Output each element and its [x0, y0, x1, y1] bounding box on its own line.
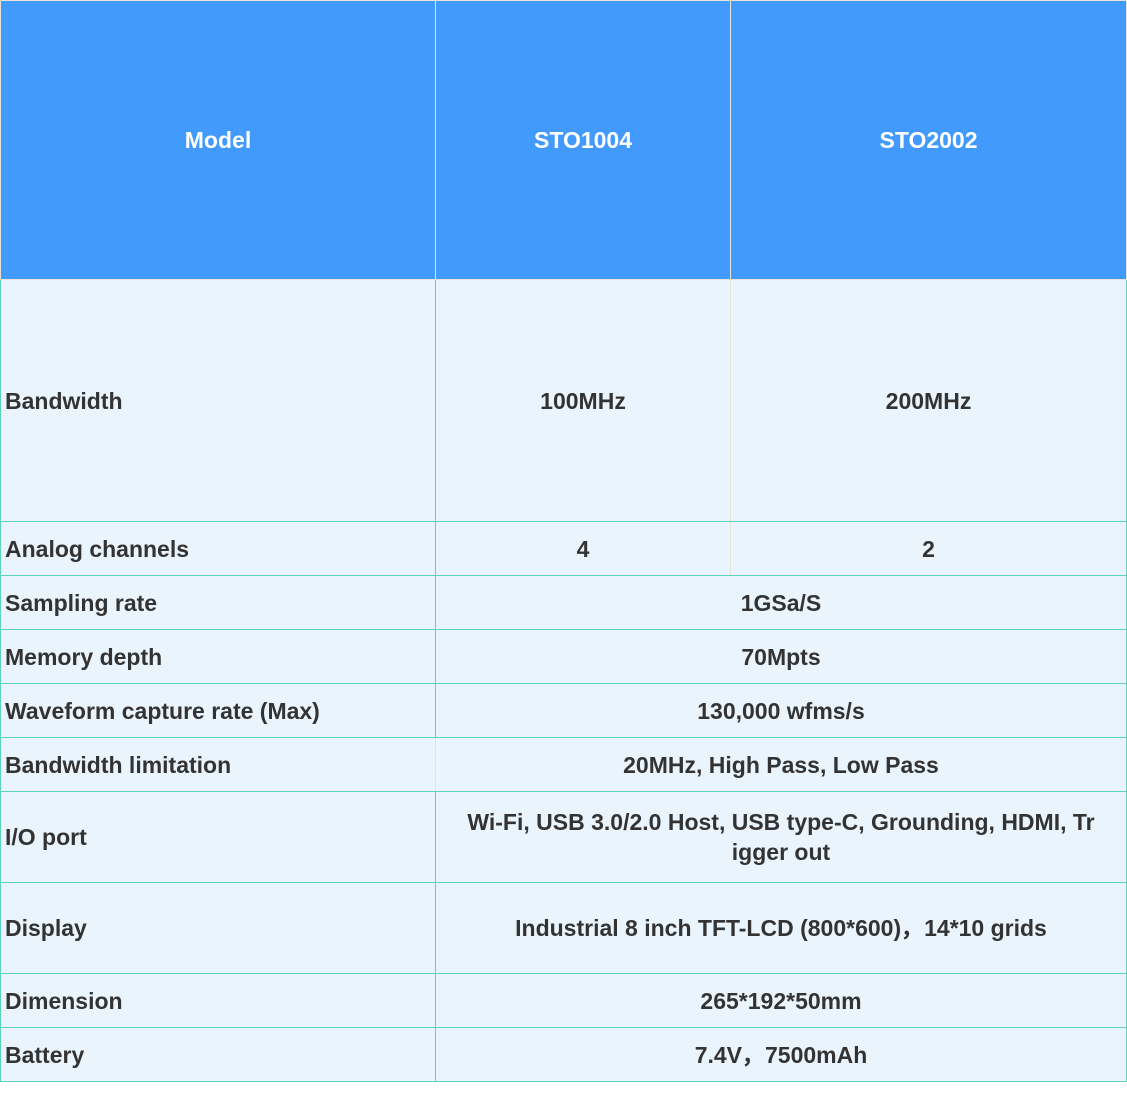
row-label: Waveform capture rate (Max) [0, 683, 436, 738]
row-battery: Battery 7.4V，7500mAh [0, 1027, 1127, 1082]
spec-table: Model STO1004 STO2002 Bandwidth 100MHz 2… [0, 0, 1127, 1082]
row-label: I/O port [0, 791, 436, 883]
row-value: Wi-Fi, USB 3.0/2.0 Host, USB type-C, Gro… [435, 791, 1127, 883]
row-bandwidth-limitation: Bandwidth limitation 20MHz, High Pass, L… [0, 737, 1127, 792]
header-model-label: Model [0, 0, 436, 280]
row-value-line: igger out [731, 839, 831, 865]
row-label: Analog channels [0, 521, 436, 576]
row-value-sto1004: 100MHz [435, 279, 731, 522]
row-bandwidth: Bandwidth 100MHz 200MHz [0, 279, 1127, 522]
header-row: Model STO1004 STO2002 [0, 0, 1127, 280]
row-label: Memory depth [0, 629, 436, 684]
row-value: 20MHz, High Pass, Low Pass [435, 737, 1127, 792]
row-value: 70Mpts [435, 629, 1127, 684]
row-value-sto2002: 2 [730, 521, 1127, 576]
row-display: Display Industrial 8 inch TFT-LCD (800*6… [0, 882, 1127, 974]
row-label: Sampling rate [0, 575, 436, 630]
row-memory-depth: Memory depth 70Mpts [0, 629, 1127, 684]
header-model-sto2002: STO2002 [730, 0, 1127, 280]
row-label: Battery [0, 1027, 436, 1082]
row-io-port: I/O port Wi-Fi, USB 3.0/2.0 Host, USB ty… [0, 791, 1127, 883]
row-dimension: Dimension 265*192*50mm [0, 973, 1127, 1028]
row-value: Industrial 8 inch TFT-LCD (800*600)，14*1… [435, 882, 1127, 974]
row-value: 1GSa/S [435, 575, 1127, 630]
row-value-line: Wi-Fi, USB 3.0/2.0 Host, USB type-C, Gro… [467, 809, 1095, 835]
row-value: 265*192*50mm [435, 973, 1127, 1028]
row-analog-channels: Analog channels 4 2 [0, 521, 1127, 576]
row-sampling-rate: Sampling rate 1GSa/S [0, 575, 1127, 630]
row-label: Dimension [0, 973, 436, 1028]
row-value: 130,000 wfms/s [435, 683, 1127, 738]
row-value-sto2002: 200MHz [730, 279, 1127, 522]
row-waveform-capture-rate: Waveform capture rate (Max) 130,000 wfms… [0, 683, 1127, 738]
row-label: Bandwidth [0, 279, 436, 522]
row-value: 7.4V，7500mAh [435, 1027, 1127, 1082]
header-model-sto1004: STO1004 [435, 0, 731, 280]
row-label: Bandwidth limitation [0, 737, 436, 792]
row-label: Display [0, 882, 436, 974]
row-value-sto1004: 4 [435, 521, 731, 576]
